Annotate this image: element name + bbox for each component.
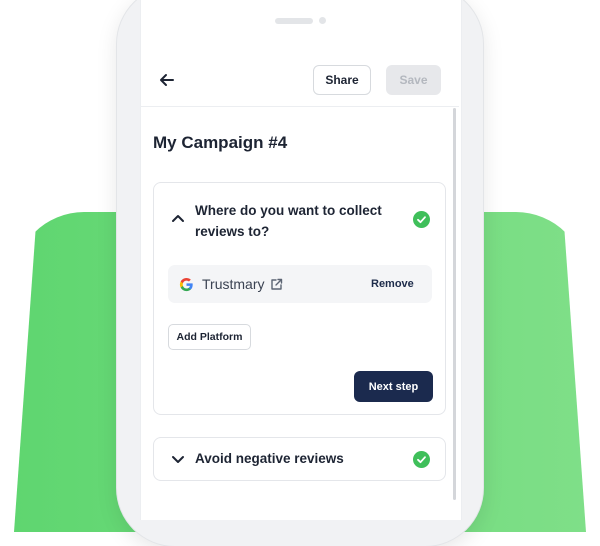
check-circle-icon bbox=[413, 451, 430, 468]
remove-platform-button[interactable]: Remove bbox=[371, 278, 414, 290]
external-link-icon[interactable] bbox=[270, 278, 283, 291]
next-step-button[interactable]: Next step bbox=[354, 371, 433, 402]
phone-speaker bbox=[275, 18, 313, 24]
step-title: Avoid negative reviews bbox=[195, 451, 344, 466]
add-platform-button[interactable]: Add Platform bbox=[168, 324, 251, 350]
back-arrow-icon[interactable] bbox=[157, 70, 177, 90]
scrollbar[interactable] bbox=[453, 108, 456, 500]
save-button[interactable]: Save bbox=[386, 65, 441, 95]
chevron-down-icon[interactable] bbox=[170, 451, 186, 467]
platform-name: Trustmary bbox=[202, 276, 265, 292]
step-question: Where do you want to collect reviews to? bbox=[195, 203, 382, 239]
chevron-up-icon[interactable] bbox=[170, 210, 186, 226]
phone-camera bbox=[319, 17, 326, 24]
page-title: My Campaign #4 bbox=[153, 133, 288, 152]
google-icon bbox=[179, 278, 193, 292]
check-circle-icon bbox=[413, 211, 430, 228]
share-button[interactable]: Share bbox=[313, 65, 371, 95]
